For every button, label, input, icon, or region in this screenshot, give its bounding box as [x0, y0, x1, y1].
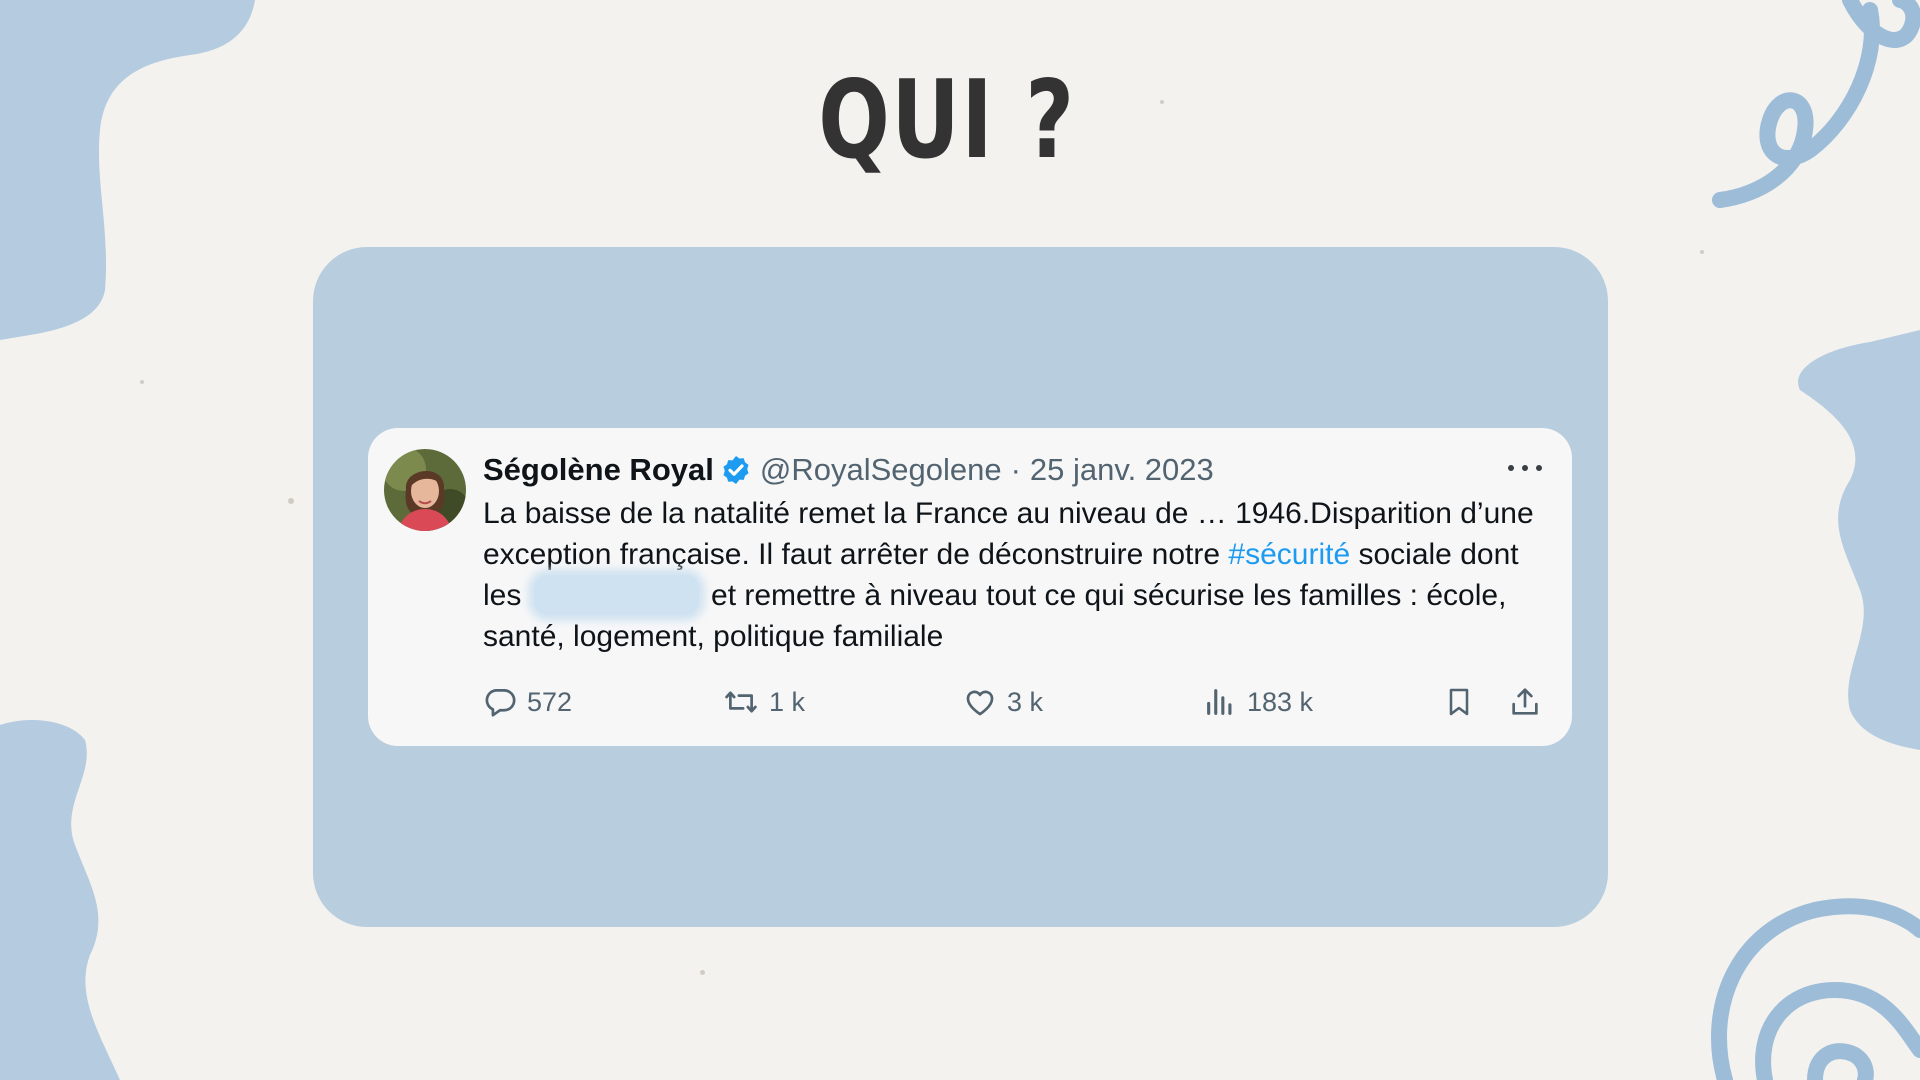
share-icon	[1512, 688, 1538, 715]
tweet-text: La baisse de la natalité remet la France…	[483, 493, 1543, 657]
views-icon	[1207, 689, 1232, 715]
page-title: QUI ?	[818, 58, 1076, 183]
paper-speck	[140, 380, 144, 384]
reply-button[interactable]: 572	[483, 682, 572, 722]
retweet-icon	[725, 691, 757, 713]
more-options-icon[interactable]	[1508, 458, 1542, 478]
tweet-date[interactable]: 25 janv. 2023	[1030, 452, 1214, 488]
redacted-text-blur	[533, 575, 699, 615]
spiral-bottom-right	[1711, 898, 1920, 1080]
views-button[interactable]: 183 k	[1203, 682, 1313, 722]
bookmark-button[interactable]	[1443, 682, 1485, 722]
hashtag-link[interactable]: #sécurité	[1228, 538, 1350, 571]
watercolor-wave-right	[1798, 330, 1920, 750]
swirl-top-right	[1712, 0, 1920, 208]
reply-count: 572	[527, 686, 573, 717]
retweet-count: 1 k	[769, 686, 806, 717]
like-count: 3 k	[1007, 686, 1044, 717]
paper-speck	[1700, 250, 1704, 254]
verified-badge-icon	[720, 454, 752, 486]
views-count: 183 k	[1247, 686, 1314, 717]
bookmark-icon	[1449, 688, 1469, 716]
avatar-image	[384, 449, 466, 531]
paper-speck	[288, 498, 294, 504]
like-button[interactable]: 3 k	[963, 682, 1043, 722]
like-icon	[966, 690, 994, 716]
reply-icon	[485, 689, 516, 717]
tweet-header: Ségolène Royal @RoyalSegolene · 25 janv.…	[483, 448, 1214, 492]
watercolor-wave-bottom-left	[0, 720, 120, 1080]
author-name[interactable]: Ségolène Royal	[483, 452, 714, 488]
share-button[interactable]	[1508, 682, 1552, 722]
header-separator: ·	[1010, 452, 1021, 487]
retweet-button[interactable]: 1 k	[723, 682, 805, 722]
paper-speck	[700, 970, 705, 975]
author-handle[interactable]: @RoyalSegolene	[760, 452, 1002, 488]
avatar[interactable]	[384, 449, 466, 531]
tweet-actions: 572 1 k 3 k 183 k	[483, 682, 1543, 722]
tweet-card[interactable]: Ségolène Royal @RoyalSegolene · 25 janv.…	[368, 428, 1572, 746]
